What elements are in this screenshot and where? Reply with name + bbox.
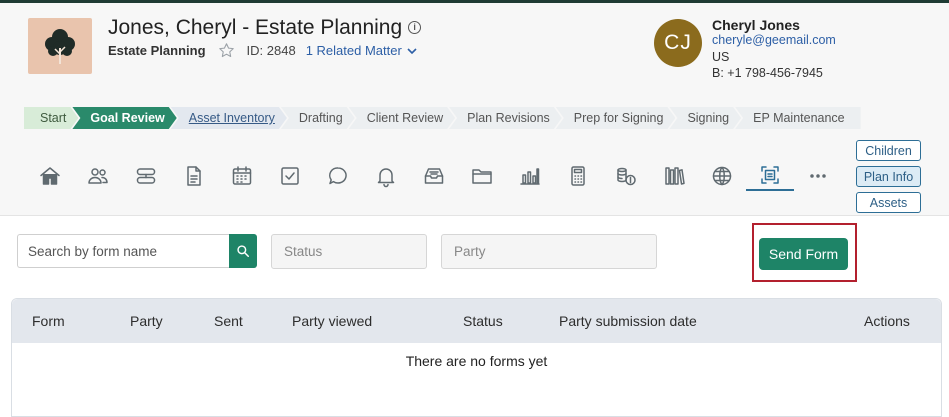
matter-subtitle-row: Estate Planning ID: 2848 1 Related Matte… [108, 42, 418, 59]
column-header-status[interactable]: Status [463, 313, 503, 329]
stage-start[interactable]: Start [24, 107, 78, 129]
chevron-down-icon [406, 45, 418, 57]
matter-title: Jones, Cheryl - Estate Planning [108, 16, 403, 39]
calculator-tool[interactable] [554, 161, 602, 191]
status-filter[interactable]: Status [271, 234, 427, 269]
assets-button[interactable]: Assets [856, 192, 921, 213]
inbox-icon [424, 168, 444, 184]
avatar[interactable]: CJ [654, 19, 702, 67]
workflow-stages: Start Goal Review Asset Inventory Drafti… [24, 107, 861, 129]
coins-icon [617, 167, 636, 186]
notifications-tool[interactable] [362, 161, 410, 191]
tree-icon [45, 29, 75, 64]
globe-icon [712, 166, 732, 186]
layers-icon [136, 168, 156, 184]
bar-chart-icon [520, 168, 540, 185]
stage-ep-maintenance[interactable]: EP Maintenance [735, 107, 861, 129]
billing-tool[interactable] [602, 161, 650, 191]
calculator-icon [571, 166, 585, 186]
module-toolbar [26, 161, 842, 191]
column-header-sent[interactable]: Sent [214, 313, 243, 329]
stage-drafting[interactable]: Drafting [281, 107, 355, 129]
bell-icon [377, 168, 395, 188]
home-tool[interactable] [26, 161, 74, 191]
form-scan-icon [761, 166, 779, 184]
web-tool[interactable] [698, 161, 746, 191]
column-header-form[interactable]: Form [32, 313, 65, 329]
stage-goal-review[interactable]: Goal Review [72, 107, 176, 129]
library-icon [665, 167, 685, 185]
related-matter-link[interactable]: 1 Related Matter [306, 43, 418, 58]
client-email-link[interactable]: cheryle@geemail.com [712, 33, 836, 47]
more-icon [810, 174, 826, 178]
document-icon [187, 166, 201, 186]
documents-tool[interactable] [170, 161, 218, 191]
forms-table: Form Party Sent Party viewed Status Part… [11, 298, 942, 417]
column-header-actions: Actions [864, 313, 910, 329]
inbox-tool[interactable] [410, 161, 458, 191]
more-tool[interactable] [794, 161, 842, 191]
stage-client-review[interactable]: Client Review [349, 107, 455, 129]
info-icon[interactable]: i [408, 21, 422, 34]
home-icon [40, 167, 60, 185]
forms-tool[interactable] [746, 161, 794, 191]
matter-header: Jones, Cheryl - Estate Planning i Estate … [0, 3, 949, 216]
reports-tool[interactable] [506, 161, 554, 191]
layers-tool[interactable] [122, 161, 170, 191]
client-phone: B: +1 798-456-7945 [712, 66, 823, 80]
chat-icon [329, 167, 347, 185]
calendar-tool[interactable] [218, 161, 266, 191]
search-icon [237, 245, 249, 257]
stage-prep-for-signing[interactable]: Prep for Signing [556, 107, 676, 129]
related-matter-label: 1 Related Matter [305, 43, 402, 58]
practice-area: Estate Planning [108, 43, 206, 58]
messages-tool[interactable] [314, 161, 362, 191]
star-icon[interactable] [218, 42, 235, 59]
matter-id: ID: 2848 [246, 43, 296, 58]
form-search [17, 234, 257, 268]
client-name: Cheryl Jones [712, 17, 800, 33]
stage-asset-inventory[interactable]: Asset Inventory [171, 107, 287, 129]
people-icon [88, 168, 108, 184]
send-form-button[interactable]: Send Form [759, 238, 848, 270]
search-input[interactable] [17, 234, 229, 268]
folder-icon [472, 169, 492, 184]
stage-signing[interactable]: Signing [669, 107, 741, 129]
empty-state-message: There are no forms yet [405, 353, 548, 369]
files-tool[interactable] [458, 161, 506, 191]
client-country: US [712, 50, 730, 64]
contacts-tool[interactable] [74, 161, 122, 191]
children-button[interactable]: Children [856, 140, 921, 161]
calendar-icon [232, 166, 252, 185]
column-header-party-submission-date[interactable]: Party submission date [559, 313, 697, 329]
column-header-party-viewed[interactable]: Party viewed [292, 313, 372, 329]
library-tool[interactable] [650, 161, 698, 191]
search-button[interactable] [229, 234, 257, 268]
matter-logo [28, 18, 92, 74]
tasks-tool[interactable] [266, 161, 314, 191]
column-header-party[interactable]: Party [130, 313, 163, 329]
plan-info-button[interactable]: Plan Info [856, 166, 921, 187]
stage-plan-revisions[interactable]: Plan Revisions [449, 107, 562, 129]
page-title: Jones, Cheryl - Estate Planning i [108, 16, 422, 40]
table-header: Form Party Sent Party viewed Status Part… [12, 299, 941, 343]
checkbox-icon [281, 167, 299, 185]
party-filter[interactable]: Party [441, 234, 657, 269]
